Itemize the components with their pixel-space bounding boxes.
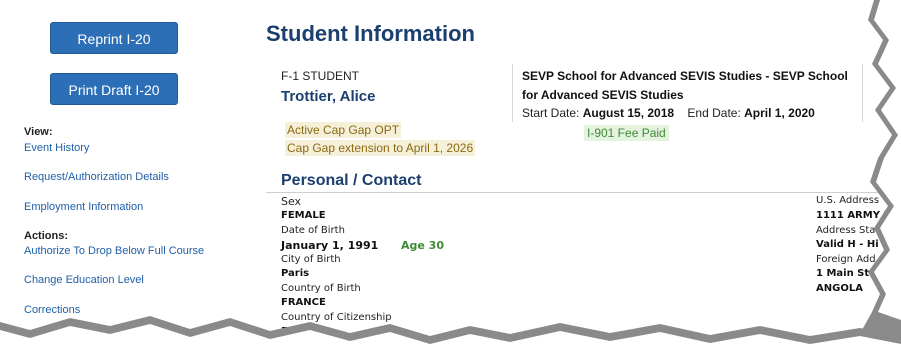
section-divider <box>266 192 901 193</box>
personal-contact-heading: Personal / Contact <box>281 172 422 189</box>
address-status-label: Address Status <box>816 225 891 236</box>
start-date-value: August 15, 2018 <box>582 106 675 120</box>
view-heading: View: <box>24 126 53 138</box>
address-status-value: Valid H - Hi <box>816 239 879 250</box>
country-of-birth-value: FRANCE <box>281 297 326 308</box>
foreign-address-line1: 1 Main St <box>816 268 870 279</box>
end-date-label: End Date: <box>687 106 741 120</box>
change-education-level-link[interactable]: Change Education Level <box>24 274 144 286</box>
country-of-birth-label: Country of Birth <box>281 283 361 294</box>
reprint-i20-button[interactable]: Reprint I-20 <box>50 22 178 54</box>
employment-information-link[interactable]: Employment Information <box>24 201 143 213</box>
fee-paid-badge: I-901 Fee Paid <box>584 125 669 141</box>
city-of-birth-value: Paris <box>281 268 310 279</box>
us-address-label: U.S. Address <box>816 195 880 206</box>
page-title: Student Information <box>266 21 475 46</box>
sex-value: FEMALE <box>281 210 326 221</box>
actions-heading: Actions: <box>24 230 68 242</box>
dob-value: January 1, 1991 <box>281 239 379 252</box>
us-address-value: 1111 ARMY NA <box>816 210 900 221</box>
student-name: Trottier, Alice <box>281 88 376 105</box>
foreign-address-label: Foreign Add <box>816 254 876 265</box>
sex-label: Sex <box>281 195 302 208</box>
authorize-drop-below-full-course-link[interactable]: Authorize To Drop Below Full Course <box>24 245 204 257</box>
active-cap-gap-badge: Active Cap Gap OPT <box>285 122 402 138</box>
age-value: Age 30 <box>401 239 444 252</box>
city-of-birth-label: City of Birth <box>281 254 341 265</box>
program-dates: Start Date: August 15, 2018 End Date: Ap… <box>522 106 815 120</box>
event-history-link[interactable]: Event History <box>24 142 89 154</box>
country-of-citizenship-value: FRANCE <box>281 326 326 337</box>
end-date-value: April 1, 2020 <box>744 106 815 120</box>
country-of-citizenship-label: Country of Citizenship <box>281 312 392 323</box>
corrections-link[interactable]: Corrections <box>24 304 80 316</box>
school-name: SEVP School for Advanced SEVIS Studies -… <box>522 69 848 102</box>
start-date-label: Start Date: <box>522 106 580 120</box>
cap-gap-extension-badge: Cap Gap extension to April 1, 2026 <box>285 140 476 156</box>
school-info-box: SEVP School for Advanced SEVIS Studies -… <box>512 64 863 122</box>
request-authorization-details-link[interactable]: Request/Authorization Details <box>24 171 169 183</box>
dob-label: Date of Birth <box>281 225 345 236</box>
print-draft-i20-button[interactable]: Print Draft I-20 <box>50 73 178 105</box>
student-type: F-1 STUDENT <box>281 69 359 83</box>
foreign-address-line2: ANGOLA <box>816 283 863 294</box>
